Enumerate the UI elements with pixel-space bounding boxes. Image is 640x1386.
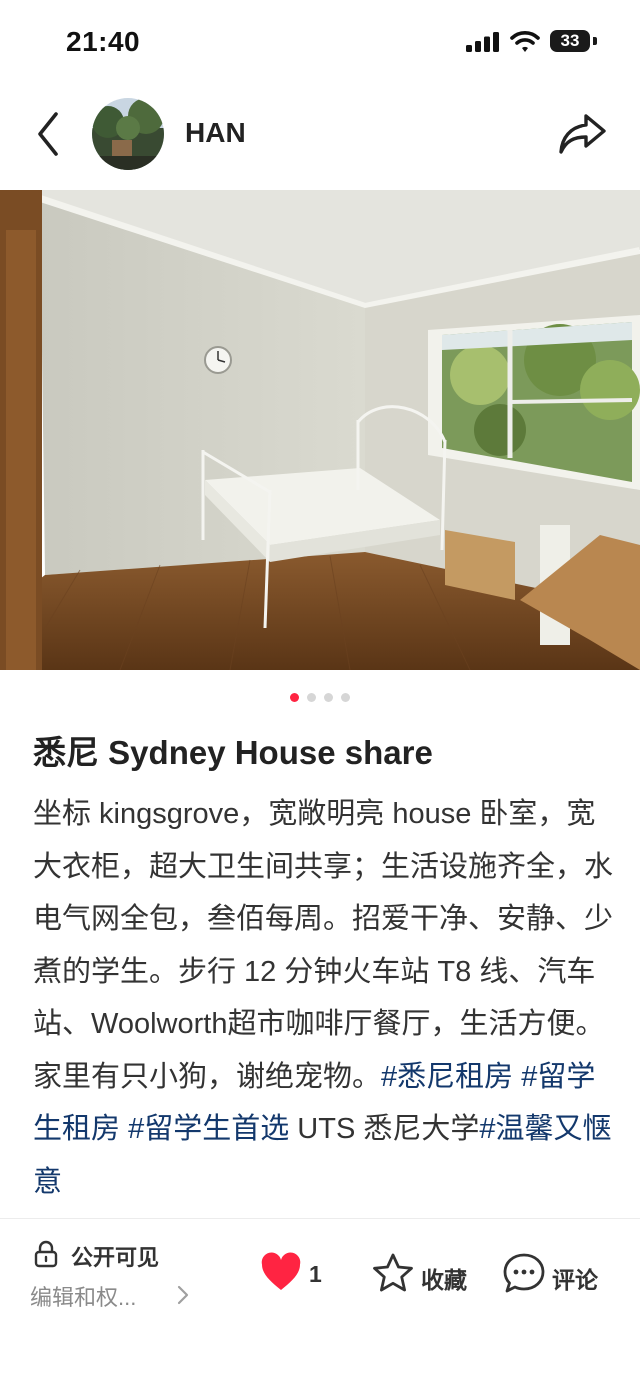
chevron-right-icon (177, 1285, 189, 1305)
post-header: HAN (0, 95, 640, 175)
battery-level: 33 (560, 31, 580, 50)
divider (0, 1218, 640, 1219)
lock-icon (34, 1240, 58, 1268)
post-body: 坐标 kingsgrove，宽敞明亮 house 卧室，宽大衣柜，超大卫生间共享… (33, 788, 613, 1208)
like-count: 1 (309, 1261, 322, 1287)
star-icon[interactable] (372, 1252, 414, 1294)
privacy-setting[interactable]: 公开可见 (33, 1240, 233, 1270)
carousel-indicator (0, 689, 640, 702)
post-body-text: 坐标 kingsgrove，宽敞明亮 house 卧室，宽大衣柜，超大卫生间共享… (33, 798, 614, 1093)
edit-permissions-link[interactable]: 编辑和权... (30, 1280, 136, 1312)
favorite-label[interactable]: 收藏 (421, 1261, 467, 1295)
post-title: 悉尼 Sydney House share (33, 734, 433, 771)
comment-label[interactable]: 评论 (552, 1261, 598, 1295)
privacy-label: 公开可见 (71, 1245, 160, 1270)
carousel-dot-3[interactable] (324, 693, 333, 702)
post-body-uni: UTS 悉尼大学 (297, 1113, 480, 1145)
status-bar: 21:40 33 (0, 0, 640, 80)
carousel-dot-2[interactable] (307, 693, 316, 702)
post-photo[interactable] (0, 190, 640, 670)
back-arrow-icon[interactable] (30, 109, 70, 159)
carousel-dot-1[interactable] (290, 693, 299, 702)
avatar[interactable] (92, 98, 164, 170)
author-name[interactable]: HAN (185, 117, 246, 149)
share-icon[interactable] (556, 109, 608, 159)
cellular-signal-icon (466, 32, 499, 52)
heart-icon[interactable] (260, 1252, 302, 1292)
hashtag-student-choice[interactable]: #留学生首选 (128, 1113, 289, 1145)
battery-tip (593, 37, 597, 45)
status-time: 21:40 (66, 26, 141, 57)
battery-icon: 33 (550, 30, 590, 52)
comment-icon[interactable] (502, 1252, 546, 1294)
hashtag-sydney-rent[interactable]: #悉尼租房 (381, 1061, 513, 1093)
wifi-icon (510, 31, 540, 52)
carousel-dot-4[interactable] (341, 693, 350, 702)
